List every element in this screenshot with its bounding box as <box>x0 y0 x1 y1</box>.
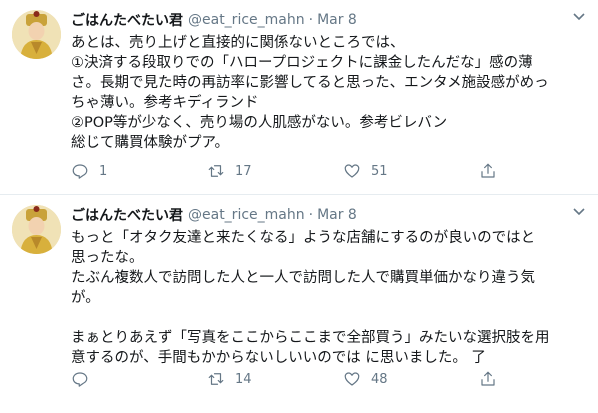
author-handle[interactable]: @eat_rice_mahn <box>188 12 305 28</box>
caret-down-icon[interactable] <box>572 207 586 217</box>
share-icon <box>481 371 495 386</box>
tweet-text: もっと「オタク友達と来たくなる」ような店舗にするのが良いのではと 思ったな。 た… <box>71 228 581 368</box>
tweet-text-line: 総じて購買体験がプア。 <box>71 135 230 151</box>
tweet-header: ごはんたべたい君 @eat_rice_mahn · Mar 8 <box>71 9 357 31</box>
reply-count: 1 <box>99 163 108 179</box>
retweet-button[interactable]: 14 <box>207 370 343 388</box>
reply-button[interactable]: 1 <box>71 162 207 180</box>
reply-button[interactable] <box>71 370 207 388</box>
tweet-text-line: ちゃ薄い。参考キディランド <box>71 95 259 111</box>
tweet-text-line: まぁとりあえず「写真をここからここまで全部買う」みたいな選択肢を用 <box>71 330 550 346</box>
tweet-text-line: たぶん複数人で訪問した人と一人で訪問した人で購買単価かなり違う気 <box>71 270 535 286</box>
share-button[interactable] <box>479 370 598 388</box>
avatar[interactable] <box>12 205 61 254</box>
tweet-text-line: 思ったな。 <box>71 250 144 266</box>
tweet-header: ごはんたべたい君 @eat_rice_mahn · Mar 8 <box>71 204 357 226</box>
author-name[interactable]: ごはんたべたい君 <box>71 205 183 225</box>
tweet-text-line: 意するのが、手間もかからないしいいのでは に思いました。 了 <box>71 350 486 366</box>
share-icon <box>481 163 495 178</box>
reply-icon <box>72 164 88 179</box>
tweet-actions: 14 48 <box>71 370 598 388</box>
tweet-text-line: ①決済する段取りでの「ハロープロジェクトに課金したんだな」感の薄 <box>71 55 533 71</box>
tweet-date[interactable]: Mar 8 <box>317 207 357 223</box>
caret-down-icon[interactable] <box>572 12 586 22</box>
retweet-button[interactable]: 17 <box>207 162 343 180</box>
author-handle[interactable]: @eat_rice_mahn <box>188 207 305 223</box>
avatar[interactable] <box>12 10 61 59</box>
tweet-actions: 1 17 51 <box>71 162 598 180</box>
tweet-text-line: ②POP等が少なく、売り場の人肌感がない。参考ビレバン <box>71 115 448 131</box>
tweet-text-line: さ。長期で見た時の再訪率に影響してると思った、エンタメ施設感がめっ <box>71 75 549 91</box>
like-icon <box>344 372 360 386</box>
tweet-text-line <box>71 308 581 328</box>
share-button[interactable] <box>479 162 598 180</box>
retweet-icon <box>208 165 224 177</box>
retweet-count: 14 <box>235 371 252 387</box>
tweet-text: あとは、売り上げと直接的に関係ないところでは、 ①決済する段取りでの「ハロープロ… <box>71 33 581 153</box>
tweet-text-line: あとは、売り上げと直接的に関係ないところでは、 <box>71 35 405 51</box>
like-button[interactable]: 51 <box>343 162 479 180</box>
tweet[interactable]: ごはんたべたい君 @eat_rice_mahn · Mar 8 あとは、売り上げ… <box>0 0 598 195</box>
author-name[interactable]: ごはんたべたい君 <box>71 10 183 30</box>
tweet[interactable]: ごはんたべたい君 @eat_rice_mahn · Mar 8 もっと「オタク友… <box>0 195 598 413</box>
retweet-icon <box>208 373 224 385</box>
like-count: 48 <box>371 371 388 387</box>
like-button[interactable]: 48 <box>343 370 479 388</box>
tweet-date[interactable]: Mar 8 <box>317 12 357 28</box>
tweet-text-line: が。 <box>71 290 100 306</box>
like-icon <box>344 164 360 178</box>
like-count: 51 <box>371 163 388 179</box>
tweet-text-line: もっと「オタク友達と来たくなる」ような店舗にするのが良いのではと <box>71 230 536 246</box>
retweet-count: 17 <box>235 163 252 179</box>
separator: · <box>308 207 314 223</box>
reply-icon <box>72 372 88 387</box>
separator: · <box>308 12 314 28</box>
